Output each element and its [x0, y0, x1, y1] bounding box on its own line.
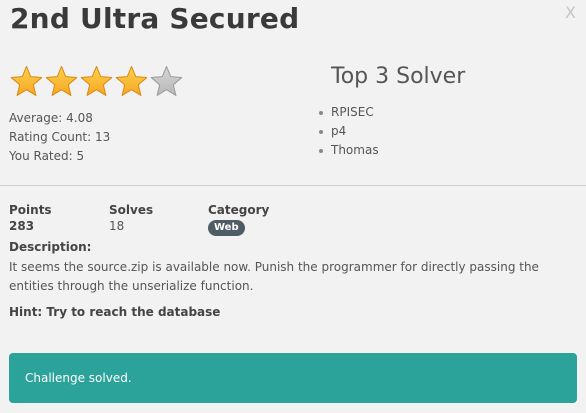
- solves-stat: Solves 18: [109, 202, 153, 235]
- solver-name: p4: [331, 124, 347, 138]
- divider: [0, 185, 586, 186]
- category-stat: Category Web: [208, 202, 269, 236]
- bullet-icon: [319, 148, 323, 153]
- points-value: 283: [9, 219, 35, 233]
- star-filled-icon[interactable]: [114, 64, 149, 99]
- top-solvers-list: RPISEC p4 Thomas: [319, 103, 379, 160]
- bullet-icon: [319, 129, 323, 134]
- description-label: Description:: [9, 240, 92, 254]
- solves-value: 18: [109, 219, 125, 233]
- description-text: It seems the source.zip is available now…: [9, 260, 539, 293]
- solver-item: p4: [319, 122, 379, 141]
- bullet-icon: [319, 110, 323, 115]
- solver-name: Thomas: [331, 143, 379, 157]
- star-rating: [9, 64, 184, 99]
- star-filled-icon[interactable]: [9, 64, 44, 99]
- rating-stats: Average: 4.08 Rating Count: 13 You Rated…: [9, 109, 110, 166]
- rating-count: Rating Count: 13: [9, 130, 111, 144]
- rating-you-rated: You Rated: 5: [9, 149, 85, 163]
- star-filled-icon[interactable]: [79, 64, 114, 99]
- points-label: Points: [9, 203, 52, 217]
- solved-message: Challenge solved.: [25, 371, 132, 385]
- solver-name: RPISEC: [331, 105, 374, 119]
- points-stat: Points 283: [9, 202, 52, 235]
- rating-average: Average: 4.08: [9, 111, 93, 125]
- hint-text: Hint: Try to reach the database: [9, 305, 221, 319]
- solves-label: Solves: [109, 203, 154, 217]
- solved-alert: Challenge solved.: [9, 353, 577, 403]
- star-filled-icon[interactable]: [44, 64, 79, 99]
- category-badge: Web: [208, 220, 245, 236]
- solver-item: RPISEC: [319, 103, 379, 122]
- solver-item: Thomas: [319, 141, 379, 160]
- star-empty-icon[interactable]: [149, 64, 184, 99]
- category-label: Category: [208, 203, 270, 217]
- challenge-title: 2nd Ultra Secured: [10, 2, 300, 35]
- top-solvers-heading: Top 3 Solver: [331, 64, 466, 89]
- close-icon[interactable]: X: [565, 3, 576, 22]
